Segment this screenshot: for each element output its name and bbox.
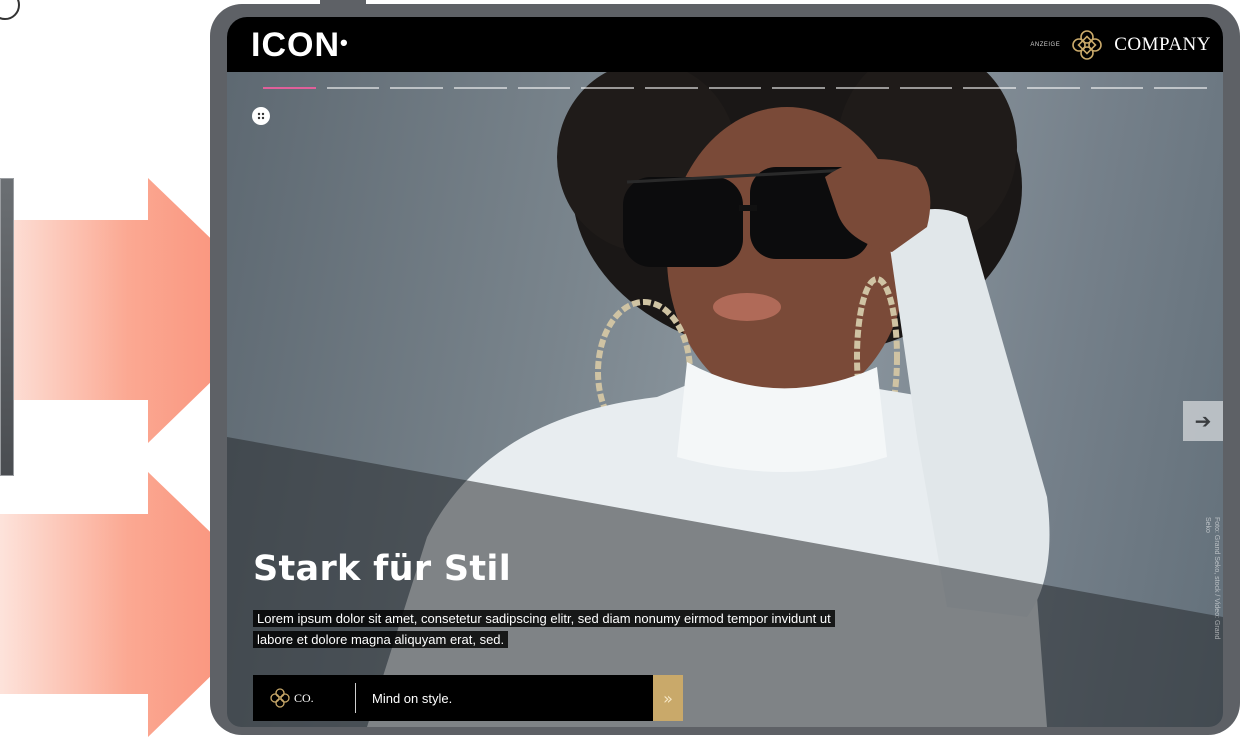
double-chevron-right-icon: » [663, 688, 673, 708]
knot-logo-icon [1072, 30, 1103, 60]
progress-segment[interactable] [326, 87, 380, 89]
cta-arrow-button[interactable]: » [653, 675, 683, 721]
progress-segment[interactable] [1027, 87, 1080, 89]
slide-progress [263, 87, 1208, 89]
progress-segment[interactable] [772, 87, 826, 89]
progress-segment[interactable] [390, 87, 444, 89]
corner-circle-icon [0, 0, 20, 20]
progress-segment[interactable] [581, 87, 635, 89]
next-slide-button[interactable]: ➔ [1183, 401, 1223, 441]
progress-segment[interactable] [645, 87, 698, 89]
partial-thumbnail [0, 178, 14, 476]
cta-logo: CO. [253, 688, 355, 708]
progress-segment-active[interactable] [263, 87, 316, 89]
progress-segment[interactable] [708, 87, 762, 89]
hero-headline: Stark für Stil [253, 549, 512, 589]
progress-segment[interactable] [836, 87, 889, 89]
tablet-screen: ICON• ANZEIGE COMPANY ➔ Foto: Grand Seko… [227, 17, 1223, 727]
progress-segment[interactable] [1090, 87, 1144, 89]
top-bar: ICON• ANZEIGE COMPANY [227, 17, 1223, 72]
ad-label: ANZEIGE [1030, 42, 1061, 48]
progress-segment[interactable] [1154, 87, 1208, 89]
knot-logo-icon [270, 688, 290, 708]
cta-logo-text: CO. [294, 690, 314, 705]
cta-text: Mind on style. [372, 690, 453, 706]
progress-segment[interactable] [454, 87, 507, 89]
progress-segment[interactable] [517, 87, 571, 89]
menu-button[interactable] [252, 107, 270, 125]
brand-dot: • [340, 30, 349, 55]
cta-bar[interactable]: CO. Mind on style. » [253, 675, 683, 721]
grid-dots-icon [257, 112, 265, 120]
tablet-device: ICON• ANZEIGE COMPANY ➔ Foto: Grand Seko… [210, 4, 1240, 735]
progress-segment[interactable] [899, 87, 953, 89]
sponsor-block[interactable]: ANZEIGE COMPANY [1030, 29, 1211, 61]
brand-name: ICON [251, 26, 340, 64]
hero-teaser-text: Lorem ipsum dolor sit amet, consetetur s… [253, 610, 835, 648]
company-name: COMPANY [1114, 34, 1211, 55]
photo-credit: Foto: Grand Seko, stock / Video: Grand S… [1204, 517, 1220, 640]
hero-teaser: Lorem ipsum dolor sit amet, consetetur s… [253, 608, 853, 650]
arrow-right-icon: ➔ [1194, 409, 1212, 433]
brand-logo[interactable]: ICON• [251, 25, 349, 65]
progress-segment[interactable] [963, 87, 1017, 89]
